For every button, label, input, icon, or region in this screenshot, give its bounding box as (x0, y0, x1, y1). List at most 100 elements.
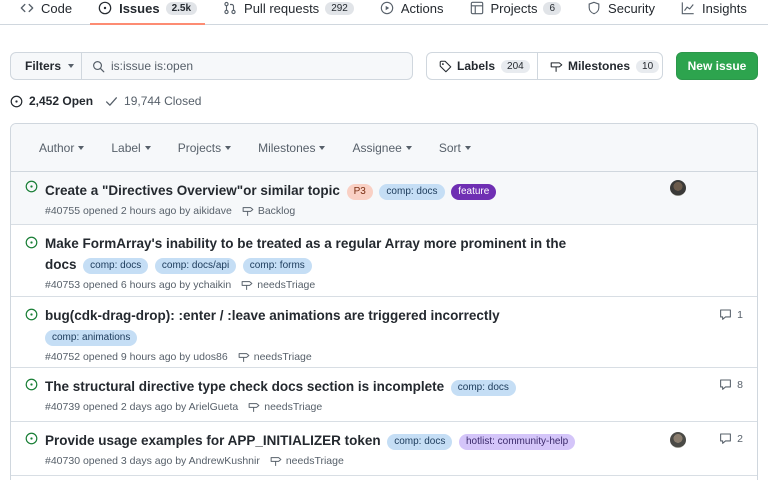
new-issue-button[interactable]: New issue (676, 52, 758, 80)
milestones-count: 10 (636, 59, 660, 73)
chevron-down-icon (225, 145, 232, 150)
issue-milestone-link[interactable]: needsTriage (238, 351, 312, 363)
labels-label: Labels (457, 59, 496, 73)
issue-meta-text: #40739 opened 2 days ago by ArielGueta (45, 401, 239, 413)
issue-opened-icon (25, 236, 38, 249)
comments-count: 8 (737, 378, 743, 391)
comments-link[interactable]: 8 (719, 378, 743, 391)
projects-filter[interactable]: Projects (177, 140, 232, 155)
issue-row: Provide usage examples for APP_INITIALIZ… (11, 422, 757, 476)
tab-security[interactable]: Security (573, 0, 667, 24)
issue-meta: #40739 opened 2 days ago by ArielGueta n… (45, 401, 757, 413)
issue-milestone-label: needsTriage (264, 401, 323, 413)
tab-actions-label: Actions (400, 0, 444, 16)
code-icon (20, 1, 34, 15)
issue-milestone-link[interactable]: needsTriage (270, 455, 344, 467)
issue-label[interactable]: comp: docs (83, 258, 149, 274)
tab-code-label: Code (41, 0, 73, 16)
issue-row: bug(cdk-drag-drop): :enter / :leave anim… (11, 297, 757, 368)
sort-filter-label: Sort (438, 140, 461, 155)
chevron-down-icon (78, 145, 85, 150)
author-filter[interactable]: Author (39, 141, 85, 155)
milestones-filter[interactable]: Milestones (258, 140, 326, 155)
issues-list: Author Label Projects Milestones Assigne… (10, 123, 758, 480)
sort-filter[interactable]: Sort (439, 141, 471, 155)
issue-milestone-label: Backlog (257, 205, 296, 217)
comments-link[interactable]: 1 (719, 308, 743, 321)
issue-title-line-2: docs (45, 257, 77, 272)
assignee-avatar[interactable] (670, 432, 686, 448)
label-filter[interactable]: Label (111, 140, 151, 155)
issue-label[interactable]: comp: docs/api (154, 258, 237, 274)
issues-list-header: Author Label Projects Milestones Assigne… (11, 124, 757, 172)
open-count-label: 2,452 Open (29, 94, 94, 108)
issue-label[interactable]: hotlist: community-help (458, 434, 576, 450)
filters-dropdown-button[interactable]: Filters (10, 52, 82, 80)
tab-pull-requests[interactable]: Pull requests 292 (209, 0, 366, 24)
git-pull-request-icon (223, 1, 237, 15)
issue-meta-text: #40753 opened 6 hours ago by ychaikin (45, 279, 232, 291)
tab-projects[interactable]: Projects 6 (456, 0, 574, 24)
table-icon (470, 1, 484, 15)
issue-meta-text: #40752 opened 9 hours ago by udos86 (45, 351, 228, 363)
issue-meta-text: #40730 opened 3 days ago by AndrewKushni… (45, 455, 260, 467)
issue-label[interactable]: comp: forms (242, 258, 312, 274)
issue-milestone-link[interactable]: needsTriage (241, 279, 315, 291)
issue-title-link[interactable]: Provide usage examples for APP_INITIALIZ… (45, 433, 381, 448)
issue-milestone-link[interactable]: Backlog (242, 205, 295, 217)
issue-milestone-link[interactable]: needsTriage (248, 401, 322, 413)
repo-nav: Code Issues 2.5k Pull requests 292 Actio… (0, 0, 768, 25)
tab-actions[interactable]: Actions (366, 0, 456, 24)
issue-opened-icon (25, 432, 38, 445)
tab-pull-requests-count: 292 (325, 1, 354, 15)
chevron-down-icon (68, 64, 75, 68)
tab-issues-label: Issues (119, 0, 160, 16)
tab-insights-label: Insights (702, 0, 747, 16)
projects-filter-label: Projects (177, 140, 222, 155)
tab-code[interactable]: Code (6, 0, 84, 24)
filter-bar: Filters Labels 204 Milestones 10 New iss… (10, 52, 758, 80)
issue-title-link[interactable]: bug(cdk-drag-drop): :enter / :leave anim… (45, 308, 500, 323)
tab-issues[interactable]: Issues 2.5k (84, 0, 209, 25)
tab-issues-count: 2.5k (165, 1, 198, 15)
issue-row: Create a "Directives Overview"or similar… (11, 172, 757, 225)
closed-issues-link[interactable]: 19,744 Closed (105, 94, 201, 108)
issue-label[interactable]: P3 (346, 184, 373, 200)
milestones-button[interactable]: Milestones 10 (537, 52, 663, 80)
chevron-down-icon (144, 145, 151, 150)
tab-projects-count: 6 (543, 1, 562, 15)
issue-label[interactable]: comp: docs (379, 184, 445, 200)
comment-icon (719, 308, 732, 321)
tab-insights[interactable]: Insights (667, 0, 759, 24)
issue-opened-icon (10, 95, 23, 108)
issue-meta-text: #40755 opened 2 hours ago by aikidave (45, 205, 232, 217)
issue-title-link[interactable]: The structural directive type check docs… (45, 379, 444, 394)
issue-label[interactable]: comp: animations (45, 330, 138, 346)
issue-opened-icon (98, 1, 112, 15)
issue-title-link[interactable]: Create a "Directives Overview"or similar… (45, 183, 340, 198)
milestone-icon (248, 401, 260, 413)
issue-title-line-1: Make FormArray's inability to be treated… (45, 236, 567, 251)
shield-icon (587, 1, 601, 15)
assignee-filter[interactable]: Assignee (352, 140, 412, 155)
label-filter-label: Label (111, 140, 141, 155)
labels-count: 204 (501, 59, 530, 73)
issue-label[interactable]: comp: docs (450, 380, 516, 396)
assignee-filter-label: Assignee (352, 140, 402, 155)
search-input[interactable] (111, 59, 391, 73)
closed-count-label: 19,744 Closed (124, 94, 202, 108)
labels-button[interactable]: Labels 204 (426, 52, 538, 80)
milestone-icon (242, 205, 254, 217)
issue-label[interactable]: comp: docs (387, 434, 453, 450)
chevron-down-icon (405, 145, 412, 150)
comments-link[interactable]: 2 (719, 432, 743, 445)
issue-label[interactable]: feature (451, 184, 497, 200)
open-issues-link[interactable]: 2,452 Open (10, 94, 93, 108)
issue-opened-icon (25, 180, 38, 193)
issue-meta: #40752 opened 9 hours ago by udos86 need… (45, 351, 757, 363)
issue-milestone-label: needsTriage (253, 351, 312, 363)
assignee-avatar[interactable] (670, 180, 686, 196)
search-box[interactable] (81, 52, 413, 80)
milestones-filter-label: Milestones (258, 140, 316, 155)
comments-count: 1 (737, 308, 743, 321)
